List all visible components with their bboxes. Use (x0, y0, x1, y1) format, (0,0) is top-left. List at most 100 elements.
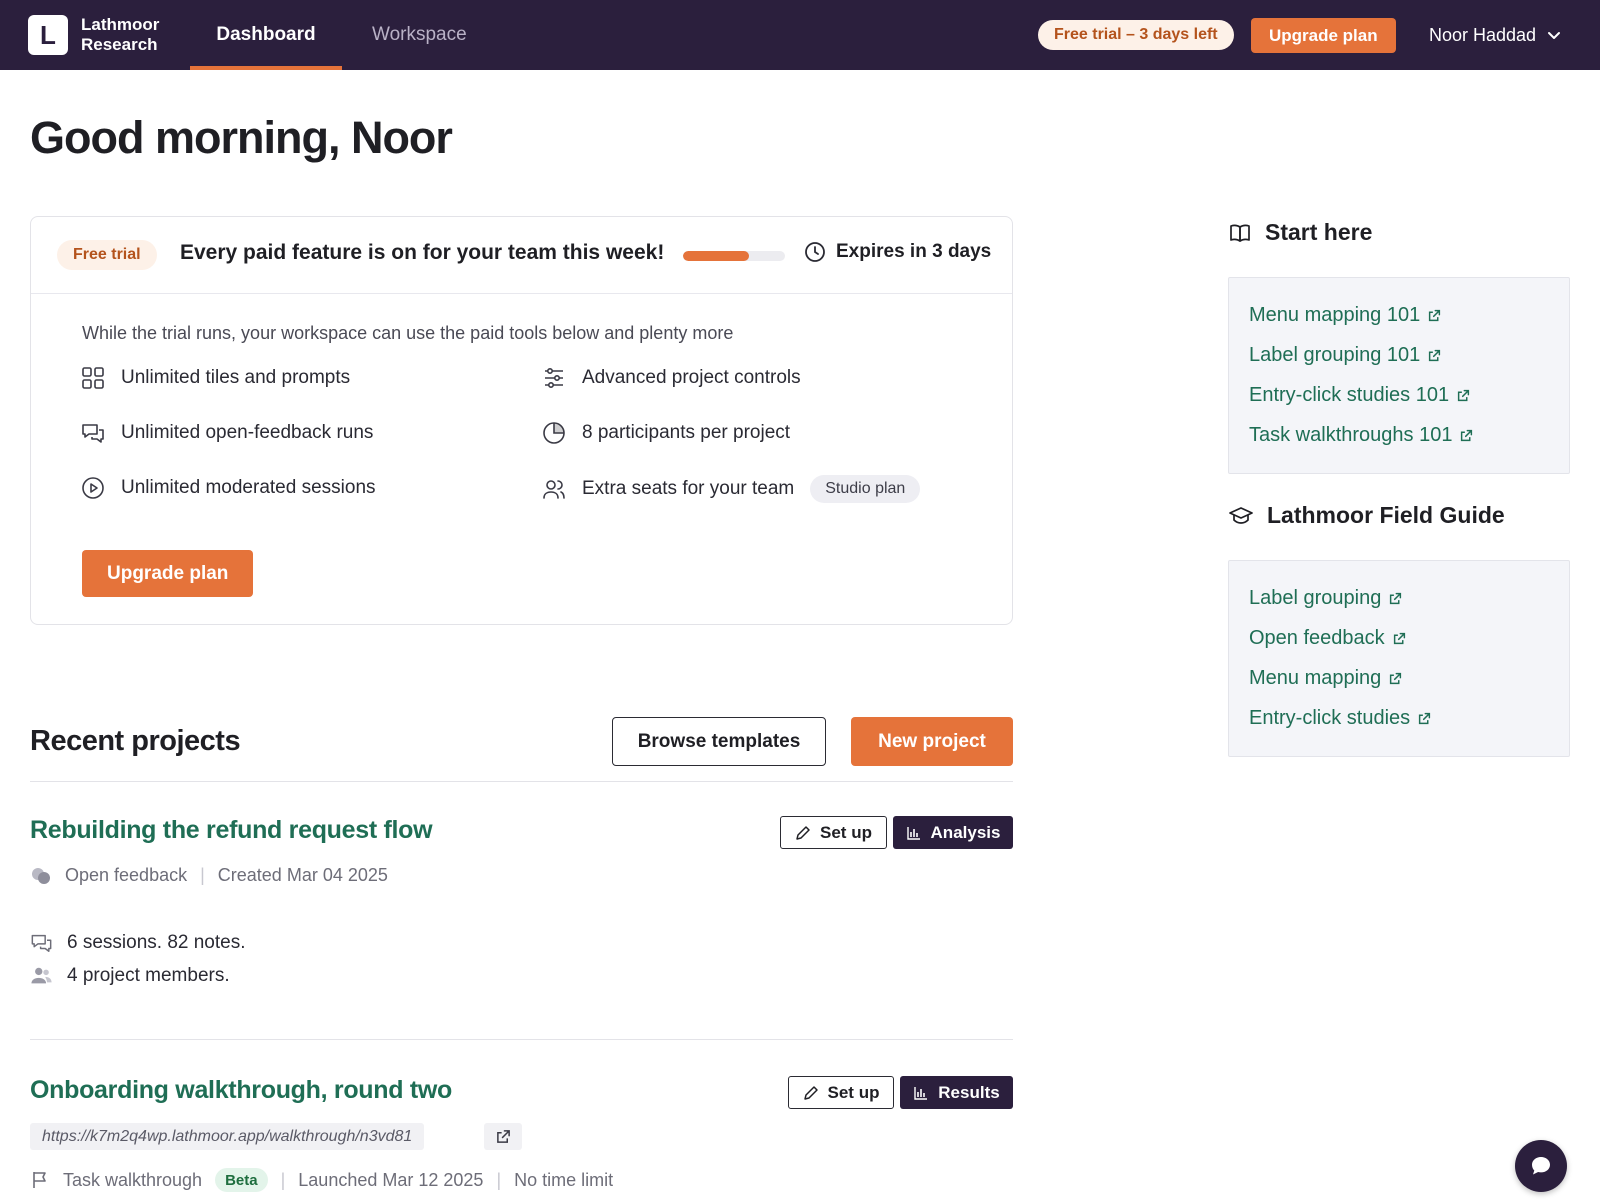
new-project-button[interactable]: New project (851, 717, 1013, 766)
user-menu[interactable]: Noor Haddad (1429, 20, 1562, 50)
brand-line-2: Research (81, 35, 158, 54)
feature-label: Extra seats for your team (582, 478, 795, 499)
analysis-label: Analysis (930, 822, 1001, 842)
external-link-icon (1393, 632, 1405, 645)
pencil-icon (796, 825, 810, 840)
external-link-icon (1390, 592, 1402, 605)
grid-icon (82, 367, 104, 389)
feature-item: Extra seats for your team Studio plan (542, 475, 921, 503)
start-here-link[interactable]: Task walkthroughs 101 (1249, 424, 1473, 447)
link-label: Task walkthroughs 101 (1249, 424, 1453, 446)
external-link-icon (1461, 429, 1473, 442)
start-here-link[interactable]: Label grouping 101 (1249, 344, 1441, 367)
graduation-cap-icon (1229, 506, 1253, 524)
trial-card-header: Free trial Every paid feature is on for … (31, 217, 1012, 294)
link-label: Entry-click studies 101 (1249, 384, 1450, 406)
clock-icon (805, 242, 825, 262)
chat-button[interactable] (1515, 1140, 1567, 1192)
setup-button[interactable]: Set up (788, 1076, 894, 1109)
free-trial-badge-text: Free trial (73, 246, 141, 263)
beta-tag: Beta (215, 1168, 268, 1192)
project-created-date: Created Mar 04 2025 (217, 865, 388, 885)
section-divider (30, 781, 1013, 782)
field-guide-heading: Lathmoor Field Guide (1229, 502, 1505, 529)
flag-icon (33, 1172, 46, 1188)
setup-label: Set up (820, 822, 872, 842)
tab-workspace-label: Workspace (372, 24, 467, 45)
browse-templates-label: Browse templates (637, 730, 801, 752)
feature-item: Advanced project controls (542, 366, 801, 390)
trial-status-text: Free trial – 3 days left (1054, 26, 1218, 43)
logo-letter: L (40, 19, 56, 50)
trial-headline: Every paid feature is on for your team t… (180, 241, 665, 264)
project-meta: Task walkthrough Beta | Launched Mar 12 … (30, 1168, 613, 1192)
card-upgrade-button[interactable]: Upgrade plan (82, 550, 254, 597)
users-icon (543, 480, 565, 499)
browse-templates-button[interactable]: Browse templates (612, 717, 826, 766)
page-title: Good morning, Noor (30, 112, 453, 163)
card-upgrade-label: Upgrade plan (107, 562, 229, 584)
start-here-heading: Start here (1229, 219, 1372, 246)
chat-bubbles-icon (31, 934, 52, 952)
external-link-icon (1419, 712, 1431, 725)
feature-item: Unlimited moderated sessions (81, 476, 376, 500)
project-title-link[interactable]: Onboarding walkthrough, round two (30, 1076, 452, 1105)
tab-dashboard-label: Dashboard (216, 24, 316, 45)
feature-label: 8 participants per project (582, 422, 791, 443)
open-url-button[interactable] (484, 1123, 522, 1150)
trial-expiry: Expires in 3 days (804, 241, 991, 263)
external-link-icon (1429, 309, 1441, 322)
link-label: Label grouping 101 (1249, 344, 1421, 366)
results-button[interactable]: Results (900, 1076, 1013, 1109)
field-guide-link[interactable]: Open feedback (1249, 627, 1406, 650)
field-guide-link[interactable]: Label grouping (1249, 587, 1402, 610)
feature-label: Advanced project controls (582, 367, 801, 388)
link-label: Open feedback (1249, 627, 1385, 649)
feature-item: Unlimited tiles and prompts (81, 366, 350, 390)
trial-card: Free trial Every paid feature is on for … (30, 216, 1013, 625)
bar-chart-icon (906, 826, 920, 840)
top-navigation-bar: L Lathmoor Research Dashboard Workspace … (0, 0, 1600, 70)
new-project-label: New project (878, 730, 986, 752)
project-title-link[interactable]: Rebuilding the refund request flow (30, 816, 433, 845)
members-text: 4 project members. (67, 965, 230, 986)
play-circle-icon (82, 477, 104, 499)
project-meta: Open feedback | Created Mar 04 2025 (30, 865, 388, 886)
pie-icon (543, 422, 565, 444)
start-here-link[interactable]: Entry-click studies 101 (1249, 384, 1470, 407)
trial-expiry-text: Expires in 3 days (836, 241, 992, 262)
field-guide-link[interactable]: Entry-click studies (1249, 707, 1431, 730)
tab-workspace[interactable]: Workspace (372, 0, 467, 70)
analysis-button[interactable]: Analysis (893, 816, 1013, 849)
chat-icon (1532, 1157, 1550, 1175)
project-type: Task walkthrough (63, 1169, 203, 1190)
trial-intro: While the trial runs, your workspace can… (82, 323, 734, 343)
free-trial-badge: Free trial (57, 240, 157, 270)
tab-dashboard[interactable]: Dashboard (190, 0, 342, 70)
logo[interactable]: L (28, 15, 68, 55)
results-label: Results (938, 1082, 1000, 1102)
meta-separator: | (280, 1169, 286, 1190)
open-feedback-icon (32, 867, 50, 884)
header-upgrade-button[interactable]: Upgrade plan (1251, 18, 1396, 53)
project-type: Open feedback (65, 865, 188, 885)
field-guide-box: Label grouping Open feedback Menu mappin… (1228, 560, 1570, 757)
start-here-link[interactable]: Menu mapping 101 (1249, 304, 1441, 327)
field-guide-link[interactable]: Menu mapping (1249, 667, 1402, 690)
trial-status-pill[interactable]: Free trial – 3 days left (1038, 20, 1234, 50)
brand-line-1: Lathmoor (81, 15, 160, 34)
link-label: Entry-click studies (1249, 707, 1411, 729)
feature-label: Unlimited tiles and prompts (121, 367, 351, 388)
members-icon (31, 967, 52, 984)
recent-projects-title: Recent projects (30, 725, 241, 757)
link-label: Label grouping (1249, 587, 1382, 609)
project-launched-date: Launched Mar 12 2025 (298, 1169, 484, 1190)
meta-separator: | (496, 1169, 502, 1190)
sessions-text: 6 sessions. 82 notes. (67, 932, 246, 953)
external-link-icon (1457, 389, 1470, 402)
brand-name: Lathmoor Research (81, 15, 159, 55)
project-divider (30, 1039, 1013, 1040)
chevron-down-icon (1548, 32, 1561, 39)
setup-button[interactable]: Set up (780, 816, 887, 849)
project-url[interactable]: https://k7m2q4wp.lathmoor.app/walkthroug… (30, 1123, 425, 1150)
